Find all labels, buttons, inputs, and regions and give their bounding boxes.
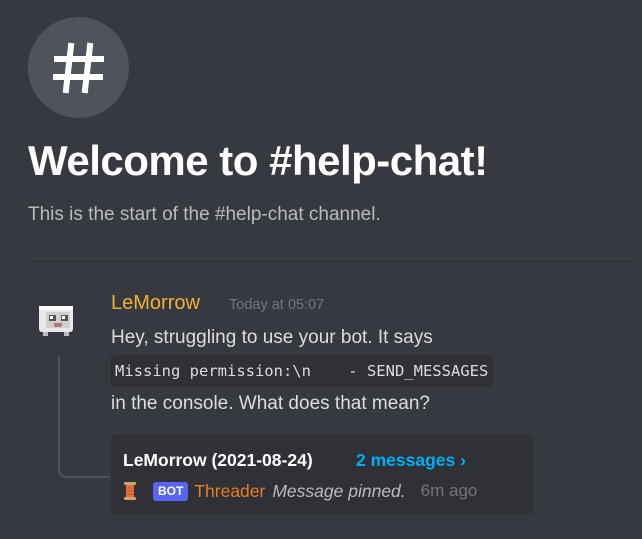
channel-hashtag-icon bbox=[28, 17, 129, 118]
message-author[interactable]: LeMorrow bbox=[111, 292, 200, 315]
sheep-avatar-icon bbox=[39, 306, 73, 336]
thread-name[interactable]: LeMorrow (2021-08-24) bbox=[123, 450, 313, 471]
welcome-title: Welcome to #help-chat! bbox=[28, 137, 488, 184]
avatar[interactable] bbox=[36, 297, 78, 339]
welcome-subtitle: This is the start of the #help-chat chan… bbox=[28, 204, 381, 225]
bot-badge: BOT bbox=[153, 481, 189, 501]
pinned-text: Message pinned. bbox=[272, 480, 406, 501]
message-timestamp[interactable]: Today at 05:07 bbox=[229, 297, 324, 313]
thread-time-ago: 6m ago bbox=[420, 481, 478, 500]
thread-connector-line bbox=[58, 356, 110, 478]
thread-message-count-link[interactable]: 2 messages › bbox=[356, 450, 466, 471]
message-text-line-2: in the console. What does that mean? bbox=[111, 393, 430, 414]
hashtag-icon bbox=[52, 42, 104, 93]
bot-name[interactable]: Threader bbox=[194, 481, 265, 502]
inline-code: Missing permission:\n - SEND_MESSAGES bbox=[110, 355, 494, 387]
thread-card[interactable]: LeMorrow (2021-08-24) 2 messages › BOT T… bbox=[111, 434, 533, 514]
divider bbox=[28, 258, 634, 259]
thread-last-message: BOT Threader Message pinned. 6m ago bbox=[123, 480, 477, 502]
message-text-line-1: Hey, struggling to use your bot. It says bbox=[111, 327, 433, 348]
spool-icon bbox=[124, 482, 136, 500]
